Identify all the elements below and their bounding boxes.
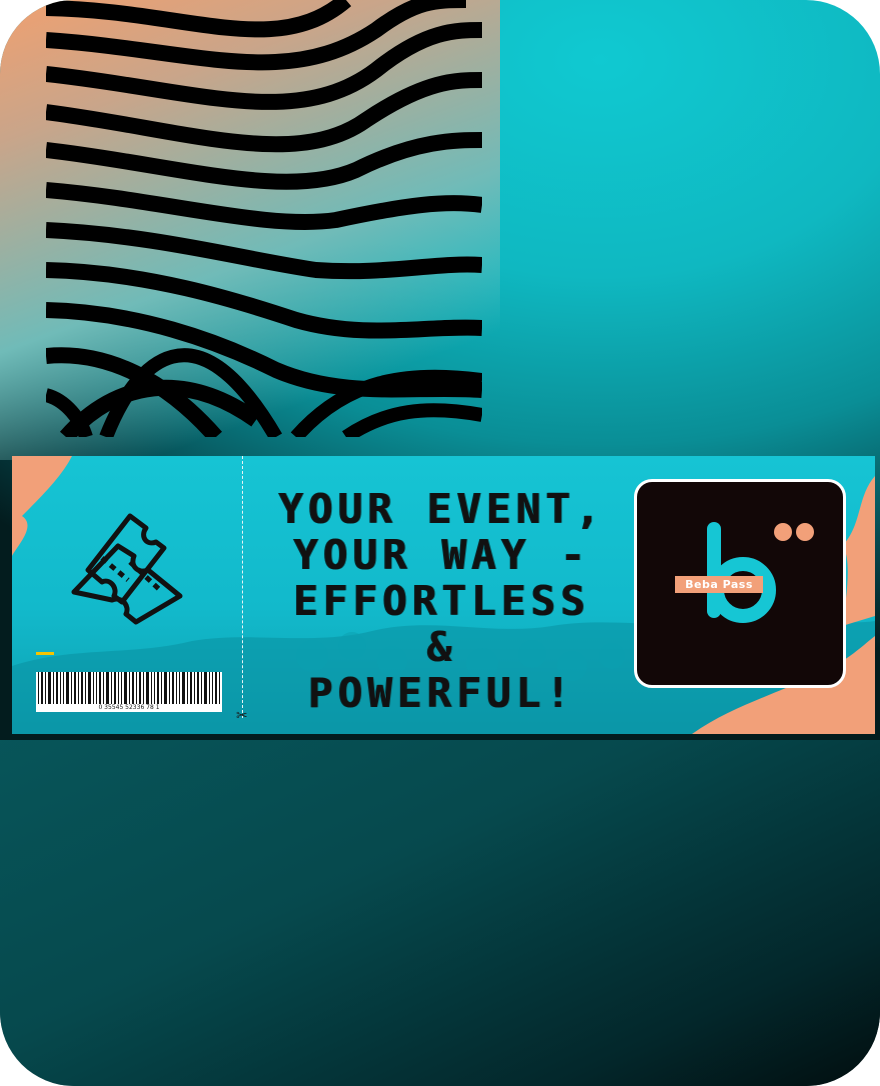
ticket-stub: 0 35545 52336 78 1 (12, 456, 242, 734)
headline-line-5: POWERFUL! (308, 669, 576, 717)
zebra-pattern (46, 0, 482, 437)
scissors-icon: ✂ (236, 708, 248, 724)
poster-card: 0 35545 52336 78 1 ✂ YOUR EVENT, YOUR WA… (0, 0, 880, 1086)
headline-line-4: & (427, 623, 457, 671)
accent-mark (36, 652, 54, 655)
barcode-number: 0 35545 52336 78 1 (36, 704, 222, 712)
headline-line-3: EFFORTLESS (293, 577, 591, 625)
ticket-banner: 0 35545 52336 78 1 ✂ YOUR EVENT, YOUR WA… (12, 456, 875, 734)
brand-name: Beba Pass (675, 576, 763, 593)
headline-line-1: YOUR EVENT, (278, 485, 606, 533)
ticket-icon (71, 513, 183, 625)
perforation-line (242, 456, 243, 718)
headline-line-2: YOUR WAY - (293, 531, 591, 579)
headline: YOUR EVENT, YOUR WAY - EFFORTLESS & POWE… (252, 486, 632, 716)
